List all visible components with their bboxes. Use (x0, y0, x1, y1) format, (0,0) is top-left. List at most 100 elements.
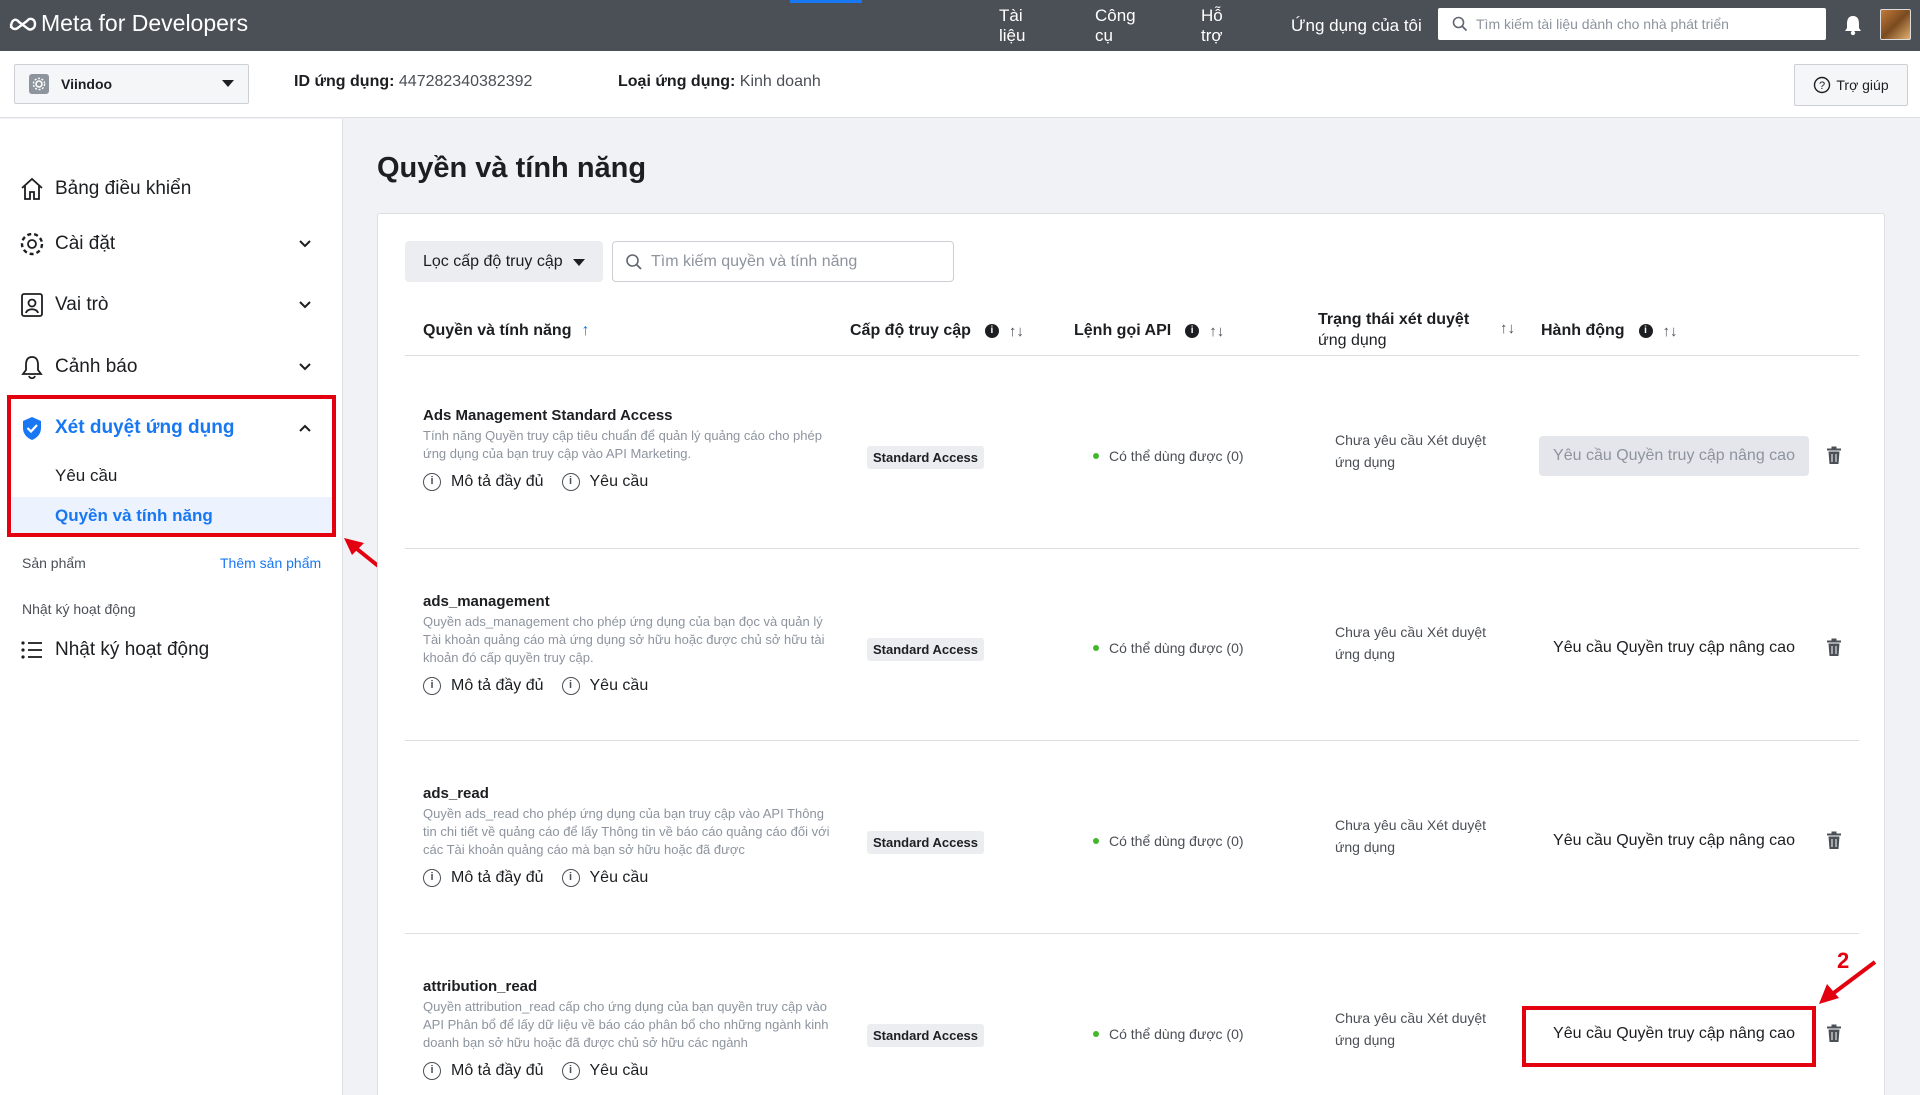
sidebar-label-alerts: Cảnh báo (55, 356, 138, 377)
help-icon: ? (1814, 76, 1831, 94)
app-id-info: ID ứng dụng: 447282340382392 (294, 73, 532, 91)
chevron-down-icon (299, 363, 311, 371)
info-icon: i (1638, 324, 1653, 338)
docs-search-input[interactable] (1476, 16, 1816, 32)
sidebar-item-activity-log[interactable]: Nhật ký hoạt động (18, 636, 318, 664)
column-review-label-1: Trạng thái xét duyệt (1318, 311, 1470, 328)
annotation-box-2 (1522, 1006, 1816, 1067)
column-action[interactable]: Hành động i ↑↓ (1541, 322, 1678, 340)
api-status: Có thể dùng được (0) (1093, 448, 1244, 464)
sidebar-item-roles[interactable]: Vai trò (18, 291, 318, 319)
nav-support[interactable]: Hỗ trợ (1201, 6, 1223, 46)
trash-icon[interactable] (1826, 1024, 1842, 1043)
sort-icon: ↑↓ (1662, 322, 1678, 340)
info-circle-icon: i (423, 869, 441, 887)
request-advanced-access-button[interactable]: Yêu cầu Quyền truy cập nâng cao (1539, 436, 1809, 476)
add-product-link[interactable]: Thêm sản phẩm (220, 555, 321, 571)
app-selector[interactable]: Viindoo (14, 64, 249, 104)
sort-icon: ↑↓ (1008, 322, 1024, 340)
permission-links: i Mô tả đầy đủ i Yêu cầu (423, 473, 666, 491)
column-access-level[interactable]: Cấp độ truy cập i ↑↓ (850, 322, 1024, 340)
full-description-link[interactable]: i Mô tả đầy đủ (423, 473, 544, 491)
full-description-link[interactable]: i Mô tả đầy đủ (423, 869, 544, 887)
sidebar: Bảng điều khiển Cài đặt Vai trò Cảnh báo… (0, 119, 343, 1095)
column-access-label: Cấp độ truy cập (850, 322, 971, 339)
help-button[interactable]: ? Trợ giúp (1794, 64, 1908, 106)
access-level-badge: Standard Access (867, 638, 985, 661)
request-link[interactable]: i Yêu cầu (561, 677, 649, 695)
sidebar-item-settings[interactable]: Cài đặt (18, 230, 318, 258)
full-description-label: Mô tả đầy đủ (451, 869, 544, 886)
permission-name: Ads Management Standard Access (423, 407, 673, 424)
review-status-line-1: Chưa yêu cầu Xét duyệt (1335, 432, 1487, 448)
info-circle-icon: i (561, 473, 580, 491)
trash-icon[interactable] (1826, 446, 1842, 465)
permission-search-input[interactable] (651, 252, 941, 271)
brand-name: Meta for Developers (41, 10, 249, 36)
list-icon (21, 641, 42, 659)
sidebar-item-dashboard[interactable]: Bảng điều khiển (18, 175, 318, 203)
full-description-link[interactable]: i Mô tả đầy đủ (423, 677, 544, 695)
annotation-label-2: 2 (1837, 948, 1850, 973)
sidebar-label-dashboard: Bảng điều khiển (55, 178, 192, 199)
app-name: Viindoo (61, 76, 113, 92)
meta-logo[interactable]: Meta for Developers (9, 10, 248, 37)
access-level-badge: Standard Access (867, 1024, 985, 1047)
notification-bell-icon[interactable] (1843, 14, 1863, 36)
permission-name: attribution_read (423, 978, 538, 995)
access-level-badge: Standard Access (867, 446, 985, 469)
request-label: Yêu cầu (589, 1062, 649, 1079)
column-api-calls[interactable]: Lệnh gọi API i ↑↓ (1074, 322, 1224, 340)
full-description-link[interactable]: i Mô tả đầy đủ (423, 1062, 544, 1080)
filter-label: Lọc cấp độ truy cập (423, 252, 563, 270)
request-advanced-access-button[interactable]: Yêu cầu Quyền truy cập nâng cao (1539, 821, 1809, 861)
request-advanced-access-button[interactable]: Yêu cầu Quyền truy cập nâng cao (1539, 628, 1809, 668)
trash-icon[interactable] (1826, 831, 1842, 850)
permission-links: i Mô tả đầy đủ i Yêu cầu (423, 869, 666, 887)
review-status: Chưa yêu cầu Xét duyệt ứng dụng (1335, 1007, 1495, 1051)
activity-section-label: Nhật ký hoạt động (22, 601, 136, 617)
access-level-badge: Standard Access (867, 831, 985, 854)
top-navigation-bar: Meta for Developers Tài liệu Công cụ Hỗ … (0, 0, 1920, 51)
sort-ascending-icon: ↑ (581, 322, 590, 339)
request-link[interactable]: i Yêu cầu (561, 1062, 649, 1080)
review-status-line-1: Chưa yêu cầu Xét duyệt (1335, 817, 1487, 833)
request-link[interactable]: i Yêu cầu (561, 473, 649, 491)
user-avatar[interactable] (1880, 9, 1911, 40)
review-status-line-2: ứng dụng (1335, 1032, 1395, 1048)
status-dot (1093, 1031, 1099, 1037)
review-status: Chưa yêu cầu Xét duyệt ứng dụng (1335, 429, 1495, 473)
trash-icon[interactable] (1826, 638, 1842, 657)
app-subheader: Viindoo ID ứng dụng: 447282340382392 Loạ… (0, 51, 1920, 118)
info-circle-icon: i (561, 869, 580, 887)
app-id-value: 447282340382392 (398, 73, 533, 90)
nav-docs[interactable]: Tài liệu (999, 6, 1025, 46)
permission-description: Quyền attribution_read cấp cho ứng dụng … (423, 999, 829, 1050)
nav-my-apps[interactable]: Ứng dụng của tôi (1291, 16, 1422, 36)
request-link[interactable]: i Yêu cầu (561, 869, 648, 887)
access-level-filter[interactable]: Lọc cấp độ truy cập (405, 241, 603, 282)
column-review-status[interactable]: Trạng thái xét duyệt ứng dụng ↑↓ (1318, 309, 1538, 351)
permissions-panel: Lọc cấp độ truy cập Quyền và tính năng ↑… (377, 213, 1885, 1095)
column-api-label: Lệnh gọi API (1074, 322, 1172, 339)
help-label: Trợ giúp (1836, 77, 1889, 93)
api-status-label: Có thể dùng được (0) (1109, 833, 1244, 849)
review-status-line-1: Chưa yêu cầu Xét duyệt (1335, 624, 1487, 640)
docs-search (1438, 8, 1826, 40)
annotation-box-1 (7, 395, 336, 537)
svg-text:?: ? (1819, 80, 1825, 92)
info-circle-icon: i (561, 677, 580, 695)
api-status-label: Có thể dùng được (0) (1109, 640, 1244, 656)
column-permission[interactable]: Quyền và tính năng ↑ (423, 322, 589, 340)
info-icon: i (984, 324, 999, 338)
request-label: Yêu cầu (589, 473, 649, 490)
gear-icon (20, 232, 44, 256)
permission-description: Quyền ads_management cho phép ứng dụng c… (423, 614, 825, 665)
sort-icon: ↑↓ (1209, 322, 1225, 340)
info-circle-icon: i (561, 1062, 580, 1080)
active-nav-indicator (790, 0, 862, 3)
request-label: Yêu cầu (589, 677, 649, 694)
nav-tools[interactable]: Công cụ (1095, 6, 1136, 46)
sidebar-item-alerts[interactable]: Cảnh báo (18, 353, 318, 381)
api-status-label: Có thể dùng được (0) (1109, 448, 1244, 464)
